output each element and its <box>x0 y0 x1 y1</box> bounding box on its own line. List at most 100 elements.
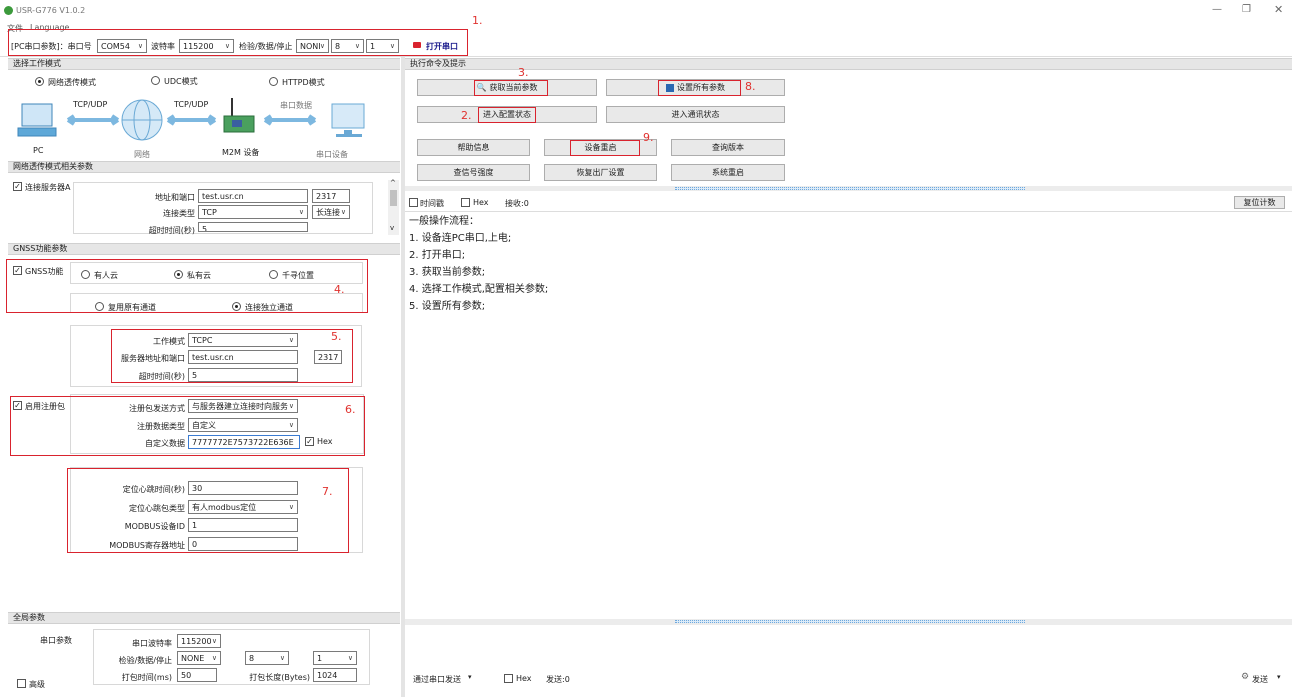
annotation-9: 9. <box>643 131 654 144</box>
minimize-icon[interactable]: — <box>1212 4 1222 15</box>
global-check-label: 检验/数据/停止 <box>118 656 172 665</box>
annotation-box-3 <box>474 80 548 96</box>
send-gear-icon: ⚙ <box>1241 672 1250 682</box>
scroll-down-icon[interactable]: v <box>390 224 394 232</box>
send-via-chevron-icon[interactable]: ▾ <box>468 673 472 681</box>
global-header: 全局参数 <box>8 612 400 624</box>
system-restart-label: 系统重启 <box>712 168 744 177</box>
help-button[interactable]: 帮助信息 <box>417 139 530 156</box>
annotation-3: 3. <box>518 66 529 79</box>
annotation-7: 7. <box>322 485 333 498</box>
annotation-1: 1. <box>472 14 483 27</box>
diagram-m2m-label: M2M 设备 <box>222 148 260 157</box>
log-area[interactable]: 一般操作流程： 1. 设备连PC串口,上电; 2. 打开串口; 3. 获取当前参… <box>405 211 1292 616</box>
net-conn-type-select[interactable]: TCP <box>198 205 308 219</box>
close-icon[interactable]: ✕ <box>1274 3 1283 16</box>
global-pack-time-input[interactable]: 50 <box>177 668 217 682</box>
net-port-input[interactable]: 2317 <box>312 189 350 203</box>
mode-transparent-radio[interactable] <box>35 77 44 86</box>
log-line: 2. 打开串口; <box>409 250 466 261</box>
title-bar: USR-G776 V1.0.2 — ❐ ✕ <box>0 0 1292 22</box>
annotation-2: 2. <box>461 109 472 122</box>
mode-transparent-label: 网络透传模式 <box>48 78 96 87</box>
global-baud-label: 串口波特率 <box>132 639 172 648</box>
factory-reset-label: 恢复出厂设置 <box>576 168 625 177</box>
diagram-net-label: 网络 <box>134 150 150 159</box>
global-stopbits-select[interactable]: 1 <box>313 651 357 665</box>
mode-httpd-label: HTTPD模式 <box>282 78 325 87</box>
diagram-link1-label: TCP/UDP <box>73 100 108 109</box>
net-timeout-input[interactable]: 5 <box>198 222 308 232</box>
commands-header: 执行命令及提示 <box>405 58 1292 70</box>
timestamp-checkbox[interactable] <box>409 198 418 207</box>
send-bar: 通过串口发送 ▾ Hex 发送:0 ⚙ 发送 ▾ <box>405 670 1292 688</box>
global-pack-time-label: 打包时间(ms) <box>121 673 172 682</box>
log-line: 3. 获取当前参数; <box>409 267 486 278</box>
net-addr-input[interactable]: test.usr.cn <box>198 189 308 203</box>
log-line: 1. 设备连PC串口,上电; <box>409 233 512 244</box>
restore-icon[interactable]: ❐ <box>1242 4 1251 15</box>
m2m-device-icon <box>223 98 255 133</box>
splitter-handle[interactable] <box>675 187 1025 190</box>
net-timeout-label: 超时时间(秒) <box>148 226 195 235</box>
diagram-pc-label: PC <box>33 146 44 155</box>
annotation-box-9 <box>570 140 640 156</box>
net-params-scrollbar[interactable]: ^ v <box>388 179 399 235</box>
recv-count: 接收:0 <box>505 199 529 208</box>
send-chevron-icon[interactable]: ▾ <box>1277 673 1281 681</box>
server-a-checkbox[interactable]: ✓ <box>13 182 22 191</box>
pc-icon <box>17 103 57 137</box>
send-hex-checkbox[interactable] <box>504 674 513 683</box>
diagram-serial-label: 串口设备 <box>316 150 348 159</box>
arrow-3-icon <box>263 114 317 126</box>
scroll-thumb[interactable] <box>390 190 397 206</box>
diagram-link3-label: 串口数据 <box>280 101 312 110</box>
lower-splitter-handle[interactable] <box>675 620 1025 623</box>
annotation-6: 6. <box>345 403 356 416</box>
send-hex-label: Hex <box>516 674 532 683</box>
arrow-1-icon <box>66 114 120 126</box>
lower-splitter[interactable] <box>405 619 1292 625</box>
help-label: 帮助信息 <box>457 143 490 152</box>
net-params-header: 网络透传模式相关参数 <box>8 161 400 173</box>
window-title: USR-G776 V1.0.2 <box>16 6 86 15</box>
upper-splitter[interactable] <box>405 186 1292 191</box>
annotation-box-8 <box>658 80 741 96</box>
enter-comm-label: 进入通讯状态 <box>671 110 720 119</box>
net-long-conn-select[interactable]: 长连接 <box>312 205 350 219</box>
factory-reset-button[interactable]: 恢复出厂设置 <box>544 164 657 181</box>
mode-httpd-radio[interactable] <box>269 77 278 86</box>
global-databits-select[interactable]: 8 <box>245 651 289 665</box>
net-conn-type-label: 连接类型 <box>163 209 195 218</box>
annotation-box-5 <box>111 329 353 383</box>
annotation-box-7 <box>67 468 349 553</box>
arrow-2-icon <box>166 114 217 126</box>
query-signal-button[interactable]: 查信号强度 <box>417 164 530 181</box>
query-version-label: 查询版本 <box>712 143 744 152</box>
scroll-up-icon[interactable]: ^ <box>390 179 396 187</box>
send-via-serial-dropdown[interactable]: 通过串口发送 <box>413 674 461 685</box>
gnss-header: GNSS功能参数 <box>8 243 400 255</box>
global-pack-len-input[interactable]: 1024 <box>313 668 357 682</box>
advanced-checkbox[interactable] <box>17 679 26 688</box>
serial-device-icon <box>331 103 365 137</box>
global-parity-select[interactable]: NONE <box>177 651 221 665</box>
reset-count-button[interactable]: 复位计数 <box>1234 196 1285 209</box>
mode-udc-radio[interactable] <box>151 76 160 85</box>
log-hex-checkbox[interactable] <box>461 198 470 207</box>
sent-count: 发送:0 <box>546 675 570 684</box>
query-version-button[interactable]: 查询版本 <box>671 139 785 156</box>
annotation-box-1 <box>8 29 468 56</box>
net-addr-label: 地址和端口 <box>155 193 195 202</box>
send-input-area[interactable] <box>405 626 1292 670</box>
enter-comm-button[interactable]: 进入通讯状态 <box>606 106 785 123</box>
global-baud-select[interactable]: 115200 <box>177 634 221 648</box>
system-restart-button[interactable]: 系统重启 <box>671 164 785 181</box>
log-hex-label: Hex <box>473 198 489 207</box>
annotation-box-2 <box>478 107 536 123</box>
app-logo-icon <box>4 6 13 15</box>
annotation-5: 5. <box>331 330 342 343</box>
annotation-8: 8. <box>745 80 756 93</box>
reset-count-label: 复位计数 <box>1243 198 1276 207</box>
send-button[interactable]: 发送 <box>1252 674 1268 685</box>
